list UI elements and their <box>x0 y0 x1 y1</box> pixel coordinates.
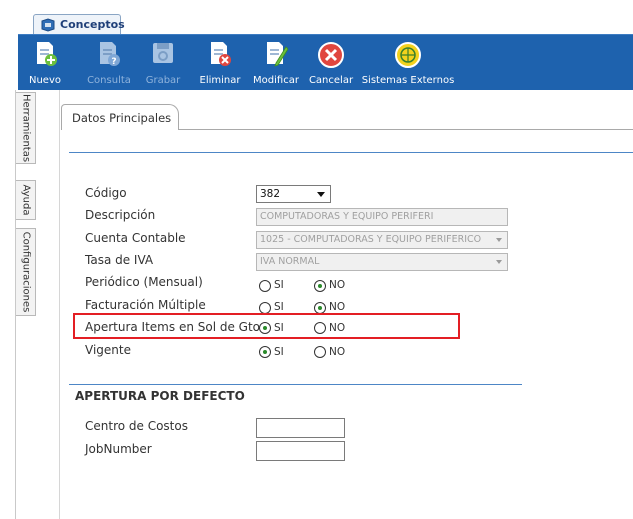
section-divider <box>69 152 633 153</box>
centro-costos-label: Centro de Costos <box>85 419 188 433</box>
side-tab-herramientas[interactable]: Herramientas <box>16 92 36 164</box>
cuenta-contable-label: Cuenta Contable <box>85 231 186 245</box>
jobnumber-input[interactable] <box>256 441 345 461</box>
document-help-icon: ? <box>100 42 120 67</box>
side-tab-herramientas-label: Herramientas <box>20 93 31 163</box>
jobnumber-label: JobNumber <box>85 442 152 456</box>
modificar-button[interactable]: Modificar <box>249 35 303 91</box>
cancelar-button[interactable]: Cancelar <box>307 35 355 91</box>
codigo-value: 382 <box>260 188 281 200</box>
cancelar-label: Cancelar <box>308 75 354 86</box>
chevron-down-icon <box>496 260 502 264</box>
descripcion-value: COMPUTADORAS Y EQUIPO PERIFERI <box>260 211 434 222</box>
conceptos-tab-icon <box>41 18 55 32</box>
periodico-no-radio[interactable] <box>314 280 326 292</box>
highlight-box <box>73 313 460 339</box>
nuevo-button[interactable]: Nuevo <box>24 35 66 91</box>
nuevo-label: Nuevo <box>28 75 61 86</box>
chevron-down-icon <box>496 238 502 242</box>
centro-costos-input[interactable] <box>256 418 345 438</box>
cuenta-contable-select[interactable]: 1025 - COMPUTADORAS Y EQUIPO PERIFERICO <box>256 231 508 249</box>
facturacion-no-label: NO <box>329 301 346 313</box>
chevron-down-icon <box>317 192 325 197</box>
modificar-label: Modificar <box>253 75 299 86</box>
periodico-si-label: SI <box>274 279 284 291</box>
eliminar-button[interactable]: Eliminar <box>196 35 244 91</box>
section-divider-apertura <box>69 384 522 385</box>
toolbar: Nuevo ? Consulta Grabar Eliminar Modific… <box>18 34 633 90</box>
save-disk-icon <box>153 43 173 63</box>
document-edit-icon <box>267 42 288 67</box>
tab-conceptos[interactable]: Conceptos <box>33 14 125 34</box>
grabar-label: Grabar <box>145 75 181 86</box>
side-tab-configuraciones-label: Configuraciones <box>20 231 31 313</box>
consulta-label: Consulta <box>87 75 131 86</box>
codigo-label: Código <box>85 186 127 200</box>
cancel-x-icon <box>318 42 344 68</box>
vigente-label: Vigente <box>85 343 131 357</box>
periodico-si-radio[interactable] <box>259 280 271 292</box>
codigo-select[interactable]: 382 <box>256 185 331 203</box>
vigente-no-label: NO <box>329 346 346 358</box>
tasa-iva-select[interactable]: IVA NORMAL <box>256 253 508 271</box>
apertura-defecto-title: APERTURA POR DEFECTO <box>75 389 245 403</box>
sistemas-externos-button[interactable]: Sistemas Externos <box>359 35 457 91</box>
side-tab-configuraciones[interactable]: Configuraciones <box>16 228 36 316</box>
grabar-button[interactable]: Grabar <box>140 35 186 91</box>
tab-datos-principales[interactable]: Datos Principales <box>61 104 179 130</box>
facturacion-multiple-label: Facturación Múltiple <box>85 298 206 312</box>
tab-datos-principales-label: Datos Principales <box>72 111 172 125</box>
sistemas-externos-label: Sistemas Externos <box>361 75 455 86</box>
periodico-label: Periódico (Mensual) <box>85 275 203 289</box>
side-tab-ayuda-label: Ayuda <box>20 184 31 216</box>
tab-baseline <box>179 129 633 130</box>
tab-conceptos-label: Conceptos <box>60 18 125 31</box>
periodico-no-label: NO <box>329 279 346 291</box>
vigente-si-radio[interactable] <box>259 346 271 358</box>
document-delete-icon <box>211 42 231 66</box>
document-add-icon <box>37 42 57 66</box>
external-systems-icon <box>395 42 421 68</box>
facturacion-si-label: SI <box>274 301 284 313</box>
descripcion-label: Descripción <box>85 208 156 222</box>
side-tab-ayuda[interactable]: Ayuda <box>16 180 36 220</box>
svg-text:?: ? <box>111 57 116 67</box>
consulta-button[interactable]: ? Consulta <box>82 35 136 91</box>
vigente-no-radio[interactable] <box>314 346 326 358</box>
eliminar-label: Eliminar <box>199 75 241 86</box>
descripcion-field[interactable]: COMPUTADORAS Y EQUIPO PERIFERI <box>256 208 508 226</box>
cuenta-contable-value: 1025 - COMPUTADORAS Y EQUIPO PERIFERICO <box>260 234 482 245</box>
vigente-si-label: SI <box>274 346 284 358</box>
tasa-iva-label: Tasa de IVA <box>85 253 154 267</box>
tasa-iva-value: IVA NORMAL <box>260 256 320 267</box>
